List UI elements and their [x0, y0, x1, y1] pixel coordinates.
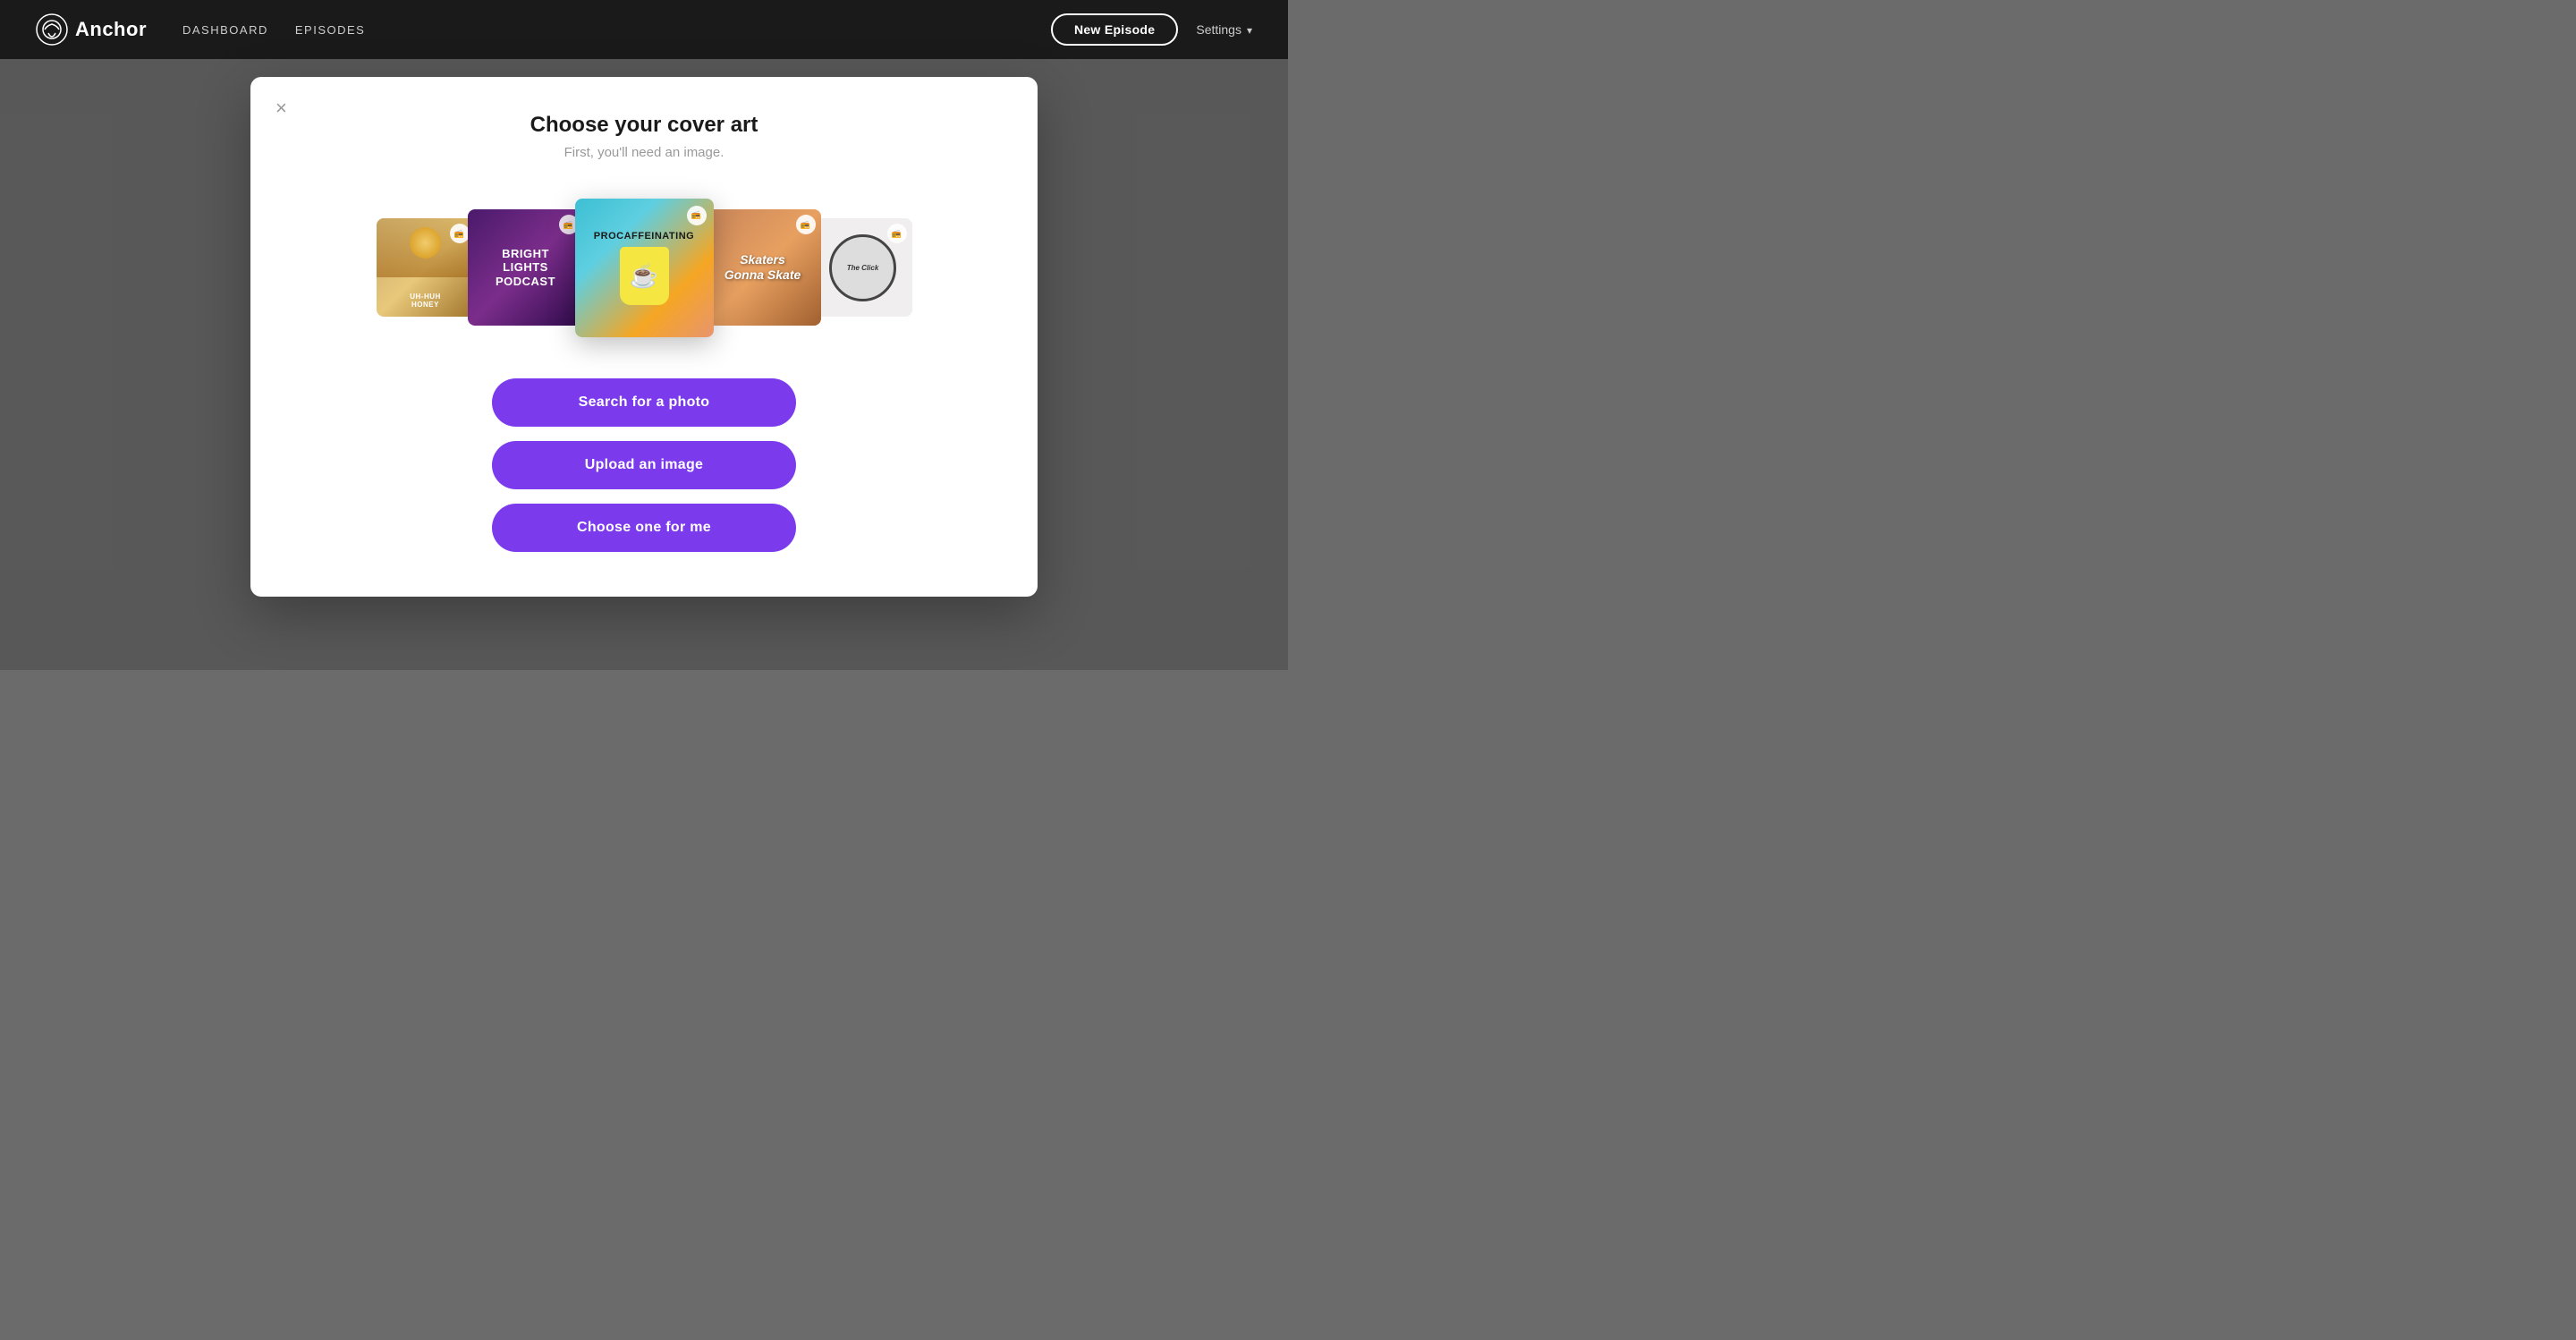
- cover-art-modal: × Choose your cover art First, you'll ne…: [250, 77, 1038, 597]
- cover-bright-text: BRIGHTLIGHTSPODCAST: [496, 247, 555, 289]
- logo: Anchor: [36, 13, 147, 46]
- nav-episodes[interactable]: EPISODES: [295, 23, 365, 37]
- action-buttons: Search for a photo Upload an image Choos…: [295, 378, 993, 552]
- navbar-right: New Episode Settings: [1051, 13, 1252, 46]
- cover-honey-text: uh-huhHONEY: [410, 293, 441, 310]
- cover-honey-card: uh-huhHONEY 📻: [377, 218, 475, 317]
- modal-backdrop: × Choose your cover art First, you'll ne…: [0, 59, 1288, 670]
- modal-close-button[interactable]: ×: [275, 98, 287, 118]
- cover-skaters-text: SkatersGonna Skate: [724, 252, 801, 283]
- chevron-down-icon: [1247, 22, 1252, 37]
- cover-click-inner: The Click: [829, 234, 896, 301]
- navbar: Anchor DASHBOARD EPISODES New Episode Se…: [0, 0, 1288, 59]
- nav-dashboard[interactable]: DASHBOARD: [182, 23, 268, 37]
- search-photo-button[interactable]: Search for a photo: [492, 378, 796, 427]
- background-content: × Choose your cover art First, you'll ne…: [0, 59, 1288, 670]
- cover-skaters-sound-icon: 📻: [796, 215, 816, 234]
- cover-honey-sound-icon: 📻: [450, 224, 470, 243]
- settings-button[interactable]: Settings: [1196, 22, 1252, 37]
- cover-procaff-card: PROCAFFEINATING ☕ 📻: [575, 199, 714, 337]
- cover-skaters-card: SkatersGonna Skate 📻: [705, 209, 821, 326]
- anchor-logo-icon: [36, 13, 68, 46]
- cover-click-text: The Click: [847, 264, 879, 272]
- cover-bright-card: BRIGHTLIGHTSPODCAST 📻: [468, 209, 584, 326]
- logo-text: Anchor: [75, 18, 147, 41]
- upload-image-button[interactable]: Upload an image: [492, 441, 796, 489]
- cover-procaff-sound-icon: 📻: [687, 206, 707, 225]
- cover-coffee-cup: ☕: [620, 247, 669, 305]
- cover-art-strip: uh-huhHONEY 📻 BRIGHTLIGHTSPODCAST 📻 PROC…: [295, 196, 993, 339]
- main-nav: DASHBOARD EPISODES: [182, 23, 1051, 37]
- new-episode-button[interactable]: New Episode: [1051, 13, 1178, 46]
- settings-label: Settings: [1196, 22, 1241, 37]
- modal-title: Choose your cover art: [295, 113, 993, 138]
- cover-click-card: The Click 📻: [814, 218, 912, 317]
- modal-subtitle: First, you'll need an image.: [295, 145, 993, 160]
- cover-click-sound-icon: 📻: [887, 224, 907, 243]
- cover-procaff-text: PROCAFFEINATING: [594, 231, 694, 242]
- choose-for-me-button[interactable]: Choose one for me: [492, 504, 796, 552]
